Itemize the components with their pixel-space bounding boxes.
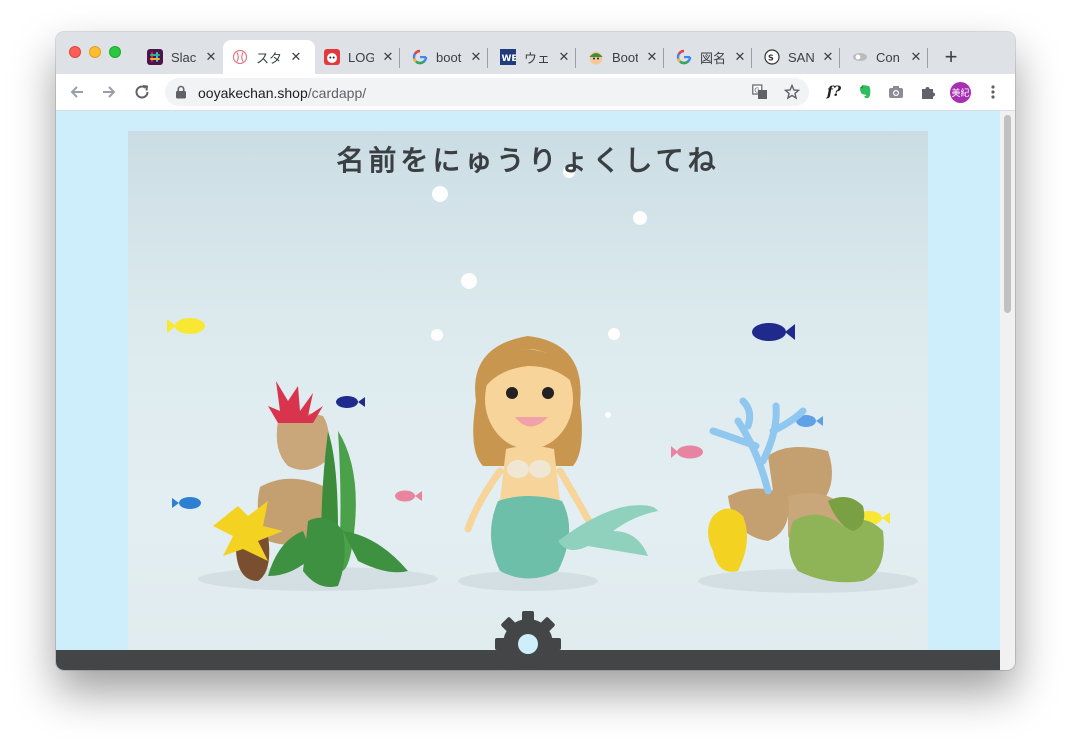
svg-text:S: S (768, 54, 774, 63)
close-tab-icon[interactable]: ✕ (732, 49, 748, 65)
google-icon (676, 49, 692, 65)
browser-window: Slac ✕ スタ ✕ LOG ✕ boot ✕ WE ウェ ✕ Boot ✕ … (56, 32, 1015, 670)
tab-label: 図名 (700, 50, 726, 66)
puzzle-icon[interactable] (919, 83, 937, 101)
back-arrow-icon[interactable] (67, 82, 87, 102)
close-tab-icon[interactable]: ✕ (468, 49, 484, 65)
evernote-icon[interactable] (856, 83, 874, 101)
page-title: 名前をにゅうりょくしてね (336, 144, 720, 177)
eye-icon (852, 49, 868, 65)
tab-label: ウェ (524, 50, 550, 66)
tab-bootstrap[interactable]: Boot ✕ (579, 40, 663, 74)
tab-slack[interactable]: Slac ✕ (138, 40, 222, 74)
translate-icon[interactable]: G (752, 84, 768, 100)
tab-label: スタ (256, 50, 282, 66)
url-host: ooyakechan.shop (198, 85, 308, 101)
tab-san[interactable]: S SAN ✕ (755, 40, 839, 74)
close-tab-icon[interactable]: ✕ (820, 49, 836, 65)
yellow-fish-left (167, 318, 205, 334)
mermaid-scene-image: 名前をにゅうりょくしてね (128, 131, 928, 670)
camera-icon[interactable] (887, 83, 905, 101)
slack-icon (147, 49, 163, 65)
tab-label: Slac (171, 49, 197, 65)
tab-separator (487, 48, 488, 68)
star-icon[interactable] (784, 84, 800, 100)
tab-label: Con (876, 49, 900, 65)
fx-extension-icon[interactable]: f? (823, 83, 845, 101)
google-icon (412, 49, 428, 65)
zoom-window-button[interactable] (109, 46, 121, 58)
page-viewport: 名前をにゅうりょくしてね (56, 111, 1000, 670)
baseball-icon (232, 49, 248, 65)
close-tab-icon[interactable]: ✕ (288, 49, 304, 65)
tab-label: boot (436, 49, 462, 65)
close-tab-icon[interactable]: ✕ (908, 49, 924, 65)
svg-text:G: G (754, 87, 759, 95)
tab-log[interactable]: LOG ✕ (315, 40, 399, 74)
tab-google-figure[interactable]: 図名 ✕ (667, 40, 751, 74)
forward-arrow-icon[interactable] (99, 82, 119, 102)
minimize-window-button[interactable] (89, 46, 101, 58)
profile-avatar[interactable]: 美紀 (950, 82, 971, 103)
vertical-scrollbar[interactable] (1000, 111, 1015, 670)
tab-web[interactable]: WE ウェ ✕ (491, 40, 575, 74)
log-face-icon (324, 49, 340, 65)
svg-text:WE: WE (502, 54, 517, 64)
close-tab-icon[interactable]: ✕ (203, 49, 219, 65)
address-bar[interactable]: ooyakechan.shop/cardapp/ G (165, 78, 809, 106)
lock-icon (175, 85, 187, 104)
close-tab-icon[interactable]: ✕ (380, 49, 396, 65)
tab-label: SAN (788, 49, 814, 65)
close-window-button[interactable] (69, 46, 81, 58)
tab-separator (663, 48, 664, 68)
new-tab-button[interactable]: + (940, 46, 962, 69)
scrollbar-thumb[interactable] (1004, 115, 1011, 313)
url-text: ooyakechan.shop/cardapp/ (198, 85, 366, 101)
tab-active-card[interactable]: スタ ✕ (223, 40, 315, 74)
tab-label: LOG (348, 49, 374, 65)
settings-gear-icon[interactable] (492, 608, 564, 670)
tab-separator (839, 48, 840, 68)
s-circle-icon: S (764, 49, 780, 65)
bootstrap-face-icon (588, 49, 604, 65)
tab-label: Boot (612, 49, 638, 65)
kebab-menu-icon[interactable] (984, 83, 1002, 101)
close-tab-icon[interactable]: ✕ (644, 49, 660, 65)
close-tab-icon[interactable]: ✕ (556, 49, 572, 65)
tab-strip: Slac ✕ スタ ✕ LOG ✕ boot ✕ WE ウェ ✕ Boot ✕ … (56, 32, 1015, 74)
tab-google-boot[interactable]: boot ✕ (403, 40, 487, 74)
browser-toolbar: ooyakechan.shop/cardapp/ G f? 美紀 (56, 74, 1015, 111)
tab-con[interactable]: Con ✕ (843, 40, 927, 74)
tab-separator (575, 48, 576, 68)
tab-separator (927, 48, 928, 68)
reload-icon[interactable] (132, 82, 152, 102)
tab-separator (399, 48, 400, 68)
url-path: /cardapp/ (307, 85, 367, 101)
wb-icon: WE (500, 49, 516, 65)
tab-separator (751, 48, 752, 68)
